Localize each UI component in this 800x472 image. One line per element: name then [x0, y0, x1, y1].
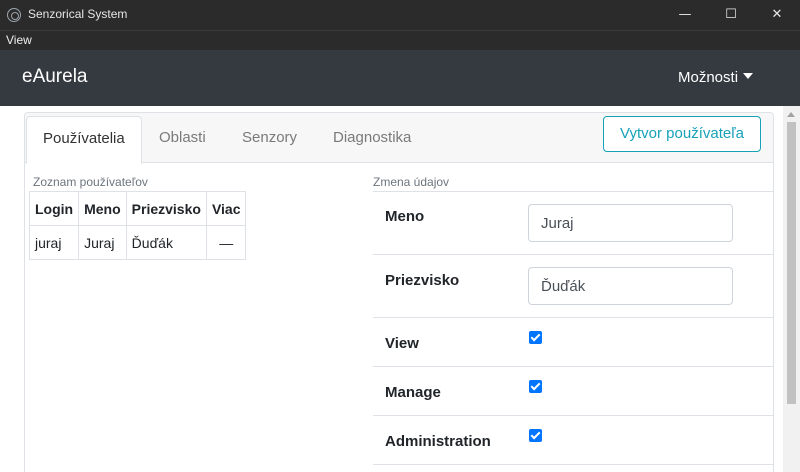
users-list-label: Zoznam používateľov: [33, 175, 148, 189]
options-dropdown[interactable]: Možnosti: [678, 69, 754, 86]
scrollbar-thumb[interactable]: [787, 122, 796, 404]
scroll-up-arrow-icon[interactable]: [787, 112, 795, 117]
column-viac: Viac: [205, 191, 247, 226]
close-button[interactable]: ✕: [754, 0, 800, 30]
app-icon: [7, 8, 21, 22]
window-title-bar: Senzorical System — ☐ ✕: [0, 0, 800, 30]
form-row-priezvisko: Priezvisko: [373, 254, 773, 317]
navbar: eAurela Možnosti: [0, 50, 800, 106]
brand-link[interactable]: eAurela: [22, 66, 88, 88]
tab-areas[interactable]: Oblasti: [143, 116, 222, 163]
tab-sensors[interactable]: Senzory: [226, 116, 313, 163]
column-login: Login: [28, 191, 80, 226]
options-label: Možnosti: [678, 69, 739, 86]
menu-bar: View: [0, 30, 800, 50]
more-button[interactable]: —: [205, 225, 247, 260]
form-row-view: View: [373, 317, 773, 366]
administration-permission-label: Administration: [385, 433, 491, 450]
cell-meno: Juraj: [78, 225, 127, 260]
view-permission-label: View: [385, 335, 419, 352]
users-table: Login Meno Priezvisko Viac juraj Juraj Ď…: [28, 191, 247, 260]
users-card: Používatelia Oblasti Senzory Diagnostika…: [24, 112, 774, 472]
form-row-meno: Meno: [373, 191, 773, 254]
tab-users[interactable]: Používatelia: [26, 116, 142, 164]
priezvisko-input[interactable]: [528, 267, 733, 305]
page-scrollbar[interactable]: [783, 106, 800, 472]
edit-section-label: Zmena údajov: [373, 175, 450, 189]
caret-down-icon: [743, 73, 754, 79]
window-title: Senzorical System: [28, 7, 128, 21]
cell-login: juraj: [28, 225, 80, 260]
tab-diagnostics[interactable]: Diagnostika: [317, 116, 427, 163]
column-meno: Meno: [78, 191, 127, 226]
table-header-row: Login Meno Priezvisko Viac: [28, 191, 247, 226]
form-row-manage: Manage: [373, 366, 773, 415]
form-row-next: [373, 464, 773, 472]
card-header: Používatelia Oblasti Senzory Diagnostika…: [25, 113, 773, 164]
manage-permission-label: Manage: [385, 384, 441, 401]
administration-checkbox[interactable]: [529, 429, 542, 442]
create-user-button[interactable]: Vytvor používateľa: [603, 116, 761, 152]
meno-input[interactable]: [528, 204, 733, 242]
priezvisko-label: Priezvisko: [385, 272, 460, 289]
cell-priezvisko: Ďuďák: [125, 225, 207, 260]
maximize-button[interactable]: ☐: [708, 0, 754, 30]
menu-view[interactable]: View: [6, 33, 32, 47]
column-priezvisko: Priezvisko: [125, 191, 207, 226]
minimize-button[interactable]: —: [662, 0, 708, 30]
manage-checkbox[interactable]: [529, 380, 542, 393]
form-row-administration: Administration: [373, 415, 773, 464]
table-row[interactable]: juraj Juraj Ďuďák —: [28, 225, 247, 260]
meno-label: Meno: [385, 208, 425, 225]
view-checkbox[interactable]: [529, 331, 542, 344]
